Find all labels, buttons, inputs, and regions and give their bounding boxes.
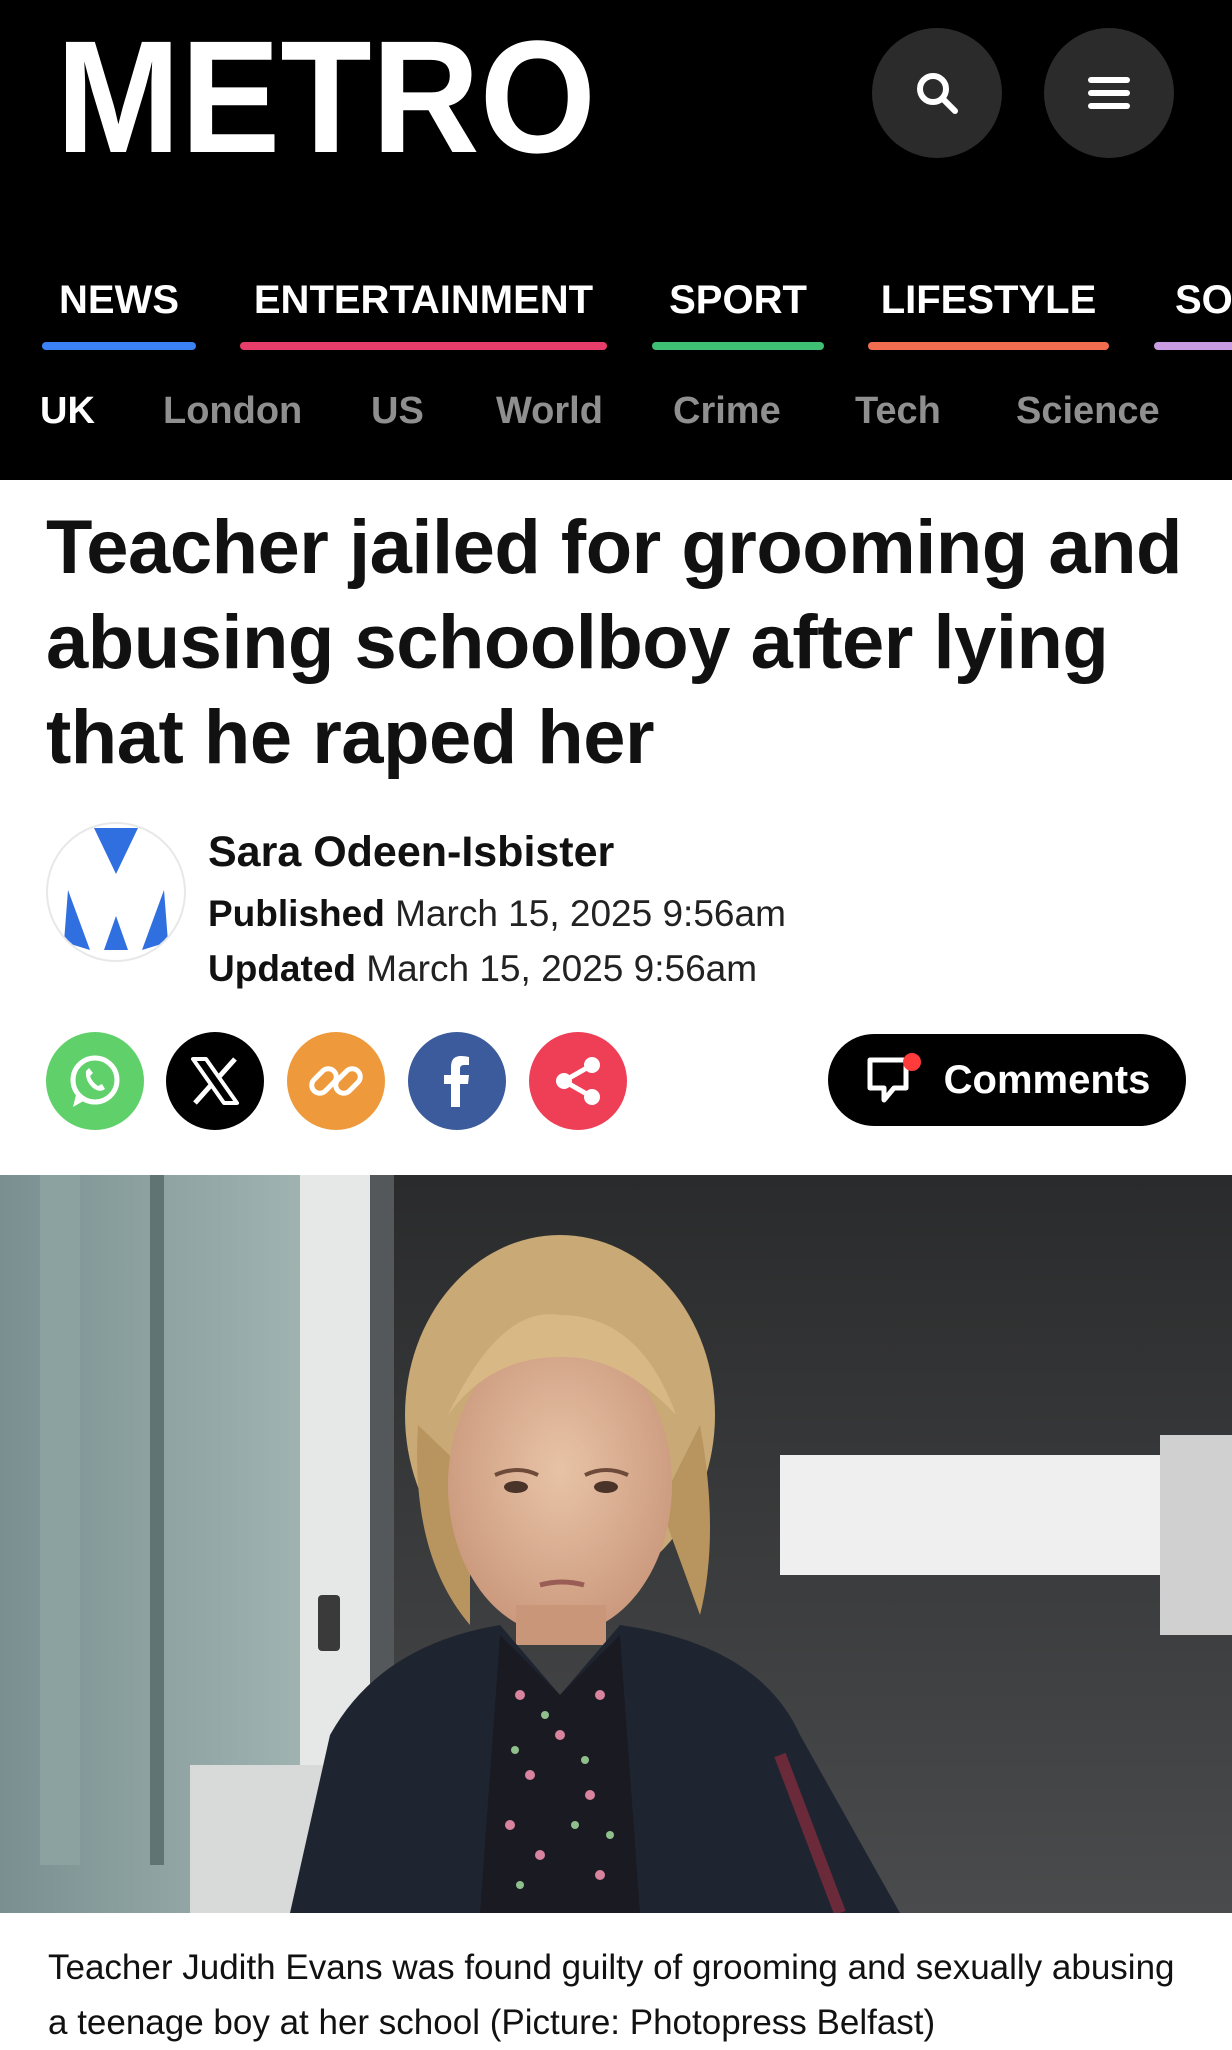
menu-button[interactable]: [1044, 28, 1174, 158]
subnav-science[interactable]: Science: [1016, 390, 1160, 433]
site-header: METRO NEWS ENTERTAINMENT SPORT LIFESTYLE: [0, 0, 1232, 480]
image-caption: Teacher Judith Evans was found guilty of…: [48, 1948, 1175, 2042]
section-tab-soaps[interactable]: SOA: [1154, 278, 1232, 350]
author-avatar[interactable]: [46, 822, 186, 962]
share-facebook-button[interactable]: [408, 1032, 506, 1130]
share-whatsapp-button[interactable]: [46, 1032, 144, 1130]
section-tab-lifestyle[interactable]: LIFESTYLE: [868, 278, 1109, 350]
section-nav: NEWS ENTERTAINMENT SPORT LIFESTYLE SOA: [0, 268, 1232, 358]
section-tab-label: NEWS: [59, 278, 179, 322]
section-underline: [868, 342, 1109, 350]
subnav-uk[interactable]: UK: [40, 390, 95, 433]
updated-line: Updated March 15, 2025 9:56am: [208, 948, 757, 990]
metro-m-logo-icon: [64, 828, 168, 950]
logo-text: METRO: [56, 30, 596, 160]
facebook-icon: [444, 1056, 469, 1107]
subnav-london[interactable]: London: [163, 390, 302, 433]
x-icon: [191, 1057, 239, 1105]
hamburger-menu-icon: [1088, 77, 1130, 109]
section-tab-label: ENTERTAINMENT: [253, 278, 594, 322]
article-headline: Teacher jailed for grooming and abusing …: [46, 505, 1182, 780]
subnav-tech[interactable]: Tech: [855, 390, 941, 433]
metro-logo[interactable]: METRO: [56, 30, 606, 160]
author-name[interactable]: Sara Odeen-Isbister: [208, 828, 614, 877]
comments-button[interactable]: Comments: [828, 1034, 1186, 1126]
section-underline: [652, 342, 824, 350]
share-x-button[interactable]: [166, 1032, 264, 1130]
section-tab-label: SOA: [1175, 278, 1232, 322]
search-button[interactable]: [872, 28, 1002, 158]
share-more-button[interactable]: [529, 1032, 627, 1130]
section-tab-entertainment[interactable]: ENTERTAINMENT: [240, 278, 607, 350]
share-icon: [556, 1057, 600, 1105]
link-icon: [309, 1066, 363, 1096]
subnav-world[interactable]: World: [496, 390, 603, 433]
section-tab-sport[interactable]: SPORT: [652, 278, 824, 350]
whatsapp-icon: [70, 1055, 120, 1107]
subnav-us[interactable]: US: [371, 390, 424, 433]
sub-nav: UK London US World Crime Tech Science: [0, 390, 1232, 450]
photo-illustration: [0, 1175, 1232, 1913]
subnav-crime[interactable]: Crime: [673, 390, 781, 433]
section-underline: [1154, 342, 1232, 350]
published-line: Published March 15, 2025 9:56am: [208, 893, 786, 935]
updated-label: Updated: [208, 948, 356, 989]
updated-date: March 15, 2025 9:56am: [366, 948, 758, 989]
comments-label: Comments: [943, 1057, 1151, 1102]
comment-bubble-icon: [867, 1053, 921, 1103]
section-underline: [42, 342, 196, 350]
published-label: Published: [208, 893, 385, 934]
copy-link-button[interactable]: [287, 1032, 385, 1130]
published-date: March 15, 2025 9:56am: [395, 893, 786, 934]
section-tab-news[interactable]: NEWS: [42, 278, 196, 350]
search-icon: [917, 73, 958, 114]
section-tab-label: SPORT: [669, 278, 807, 322]
section-tab-label: LIFESTYLE: [880, 278, 1097, 322]
article-hero-image[interactable]: [0, 1175, 1232, 1913]
section-underline: [240, 342, 607, 350]
